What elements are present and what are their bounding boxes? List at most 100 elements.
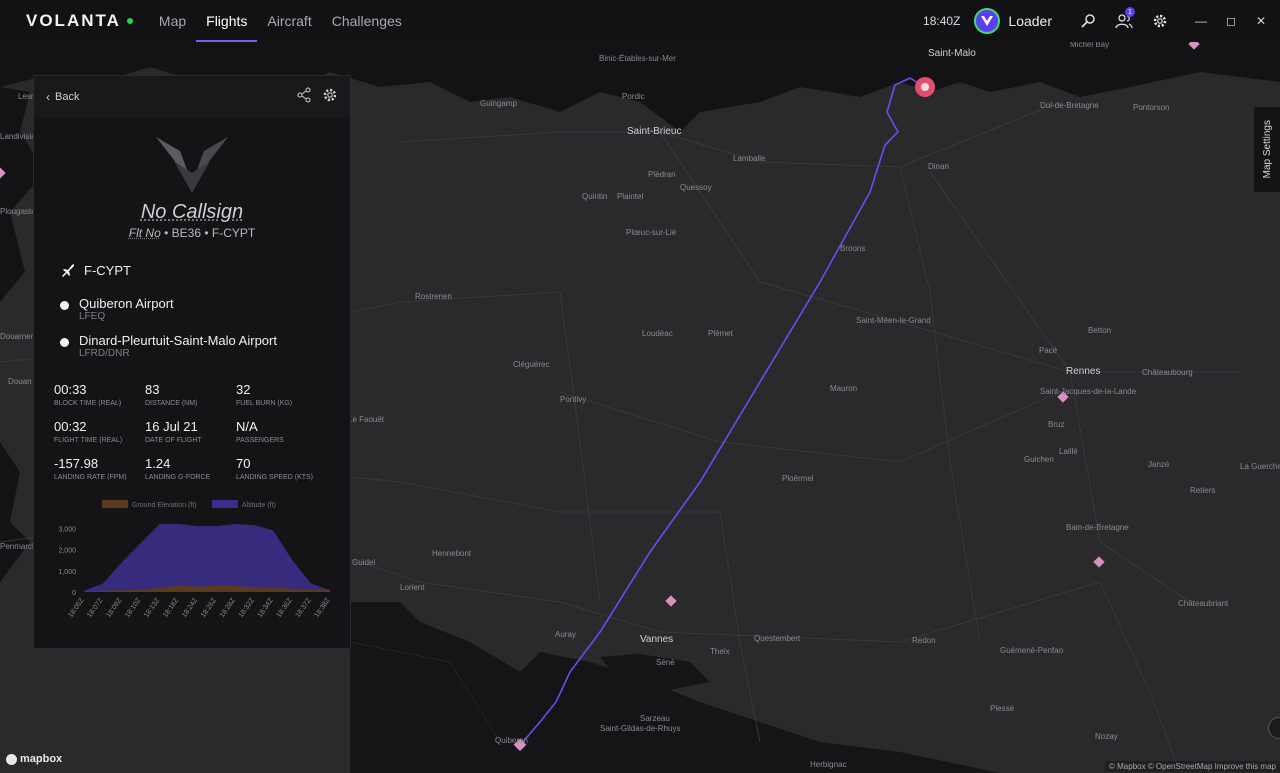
map-place-label: Binic-Étables-sur-Mer <box>599 54 676 63</box>
airplane-icon <box>62 264 74 277</box>
map-place-label: Redon <box>912 636 936 645</box>
departure-code: LFEQ <box>79 311 106 322</box>
panel-header: ‹ Back <box>34 76 350 118</box>
share-icon[interactable] <box>296 87 312 108</box>
map-settings-tab[interactable]: Map Settings <box>1254 107 1280 192</box>
map-place-label: Plœuc-sur-Lié <box>626 228 677 237</box>
online-status-dot <box>126 18 133 24</box>
aircraft-registration: F-CYPT <box>211 226 256 240</box>
map-place-label: Plaintel <box>617 192 644 201</box>
stat-landing-gforce: 1.24 LANDING G-FORCE <box>145 456 211 481</box>
map-place-label: Châteaubourg <box>1142 368 1193 377</box>
legend-label: Ground Elevation (ft) <box>132 502 197 509</box>
map-place-label: Sarzeau <box>640 714 670 723</box>
map-place-label: Bruz <box>1048 420 1065 429</box>
map-place-label: Laillé <box>1059 447 1078 456</box>
back-label: Back <box>55 91 80 103</box>
map-place-label: Bain-de-Bretagne <box>1066 523 1129 532</box>
user-menu[interactable]: Loader <box>974 8 1052 34</box>
maximize-icon[interactable]: ◻ <box>1216 0 1246 42</box>
map-place-label: Lamballe <box>733 154 766 163</box>
map-place-label: La Guerche <box>1240 462 1280 471</box>
utc-clock: 18:40Z <box>923 14 961 28</box>
stat-landing-rate: -157.98 LANDING RATE (FPM) <box>54 456 127 481</box>
mapbox-icon <box>6 753 17 765</box>
close-icon[interactable]: ✕ <box>1246 0 1276 42</box>
y-tick-label: 1,000 <box>58 569 76 576</box>
map-place-label: Rostrenen <box>415 292 452 301</box>
chevron-left-icon: ‹ <box>46 90 50 104</box>
callsign: No Callsign <box>140 201 244 223</box>
legend-swatch <box>102 500 128 508</box>
airline-logo <box>34 133 350 193</box>
flight-stats: 00:33 BLOCK TIME (REAL) 83 DISTANCE (NM) 3… <box>34 382 350 484</box>
map-place-label: Saint-Méen-le-Grand <box>856 316 931 325</box>
map-place-label: Pordic <box>622 92 645 101</box>
volanta-logo-icon <box>156 137 228 193</box>
arrival-dot-icon <box>60 338 69 347</box>
map-place-label: Hennebont <box>432 549 472 558</box>
map-place-label: Broons <box>840 244 866 253</box>
stat-passengers: N/A PASSENGERS <box>236 419 284 444</box>
map-place-label: Plédran <box>648 170 676 179</box>
map-place-label: Loudéac <box>642 329 673 338</box>
aircraft-reg-label: F-CYPT <box>84 262 131 278</box>
tab-aircraft[interactable]: Aircraft <box>257 0 321 42</box>
aircraft-type: BE36 <box>171 226 202 240</box>
x-tick-label: 18:13Z <box>143 597 162 619</box>
tab-challenges[interactable]: Challenges <box>322 0 412 42</box>
tab-map[interactable]: Map <box>149 0 196 42</box>
x-tick-label: 18:38Z <box>313 597 332 619</box>
map-place-label: Châteaubriant <box>1178 599 1229 608</box>
map-place-label: Retiers <box>1190 486 1216 495</box>
aircraft-row[interactable]: F-CYPT <box>60 262 350 278</box>
arrival-airport[interactable]: Dinard-Pleurtuit-Saint-Malo Airport LFRD… <box>60 333 350 360</box>
stat-block-time: 00:33 BLOCK TIME (REAL) <box>54 382 122 407</box>
minimize-icon[interactable]: — <box>1186 0 1216 42</box>
mapbox-logo[interactable]: mapbox <box>6 753 62 765</box>
map-place-label: Guidel <box>352 558 376 567</box>
map-place-label: Janzé <box>1148 460 1170 469</box>
flight-subline: Flt No • BE36 • F-CYPT <box>128 226 256 240</box>
map-place-label: Penmarch <box>0 542 37 551</box>
map-place-label: Theix <box>710 647 730 656</box>
map-place-label: Quintin <box>582 192 608 201</box>
y-tick-label: 2,000 <box>58 548 76 555</box>
stat-distance: 83 DISTANCE (NM) <box>145 382 198 407</box>
map-place-label: Quiberon <box>495 736 528 745</box>
map-place-label: Douan <box>8 377 32 386</box>
avatar <box>974 8 1001 34</box>
y-tick-label: 3,000 <box>58 526 76 533</box>
map-settings-label: Map Settings <box>1261 120 1273 179</box>
map-place-label: Herbignac <box>810 760 847 769</box>
x-tick-label: 18:24Z <box>181 597 200 619</box>
map-place-label: Pontorson <box>1133 103 1170 112</box>
gear-icon[interactable] <box>1142 0 1178 42</box>
x-tick-label: 18:36Z <box>276 597 295 619</box>
back-button[interactable]: ‹ Back <box>46 90 79 104</box>
map-place-label: Vannes <box>640 634 674 645</box>
x-tick-label: 18:07Z <box>86 597 105 619</box>
map-place-label: Guémené-Penfao <box>1000 646 1064 655</box>
stat-landing-speed: 70 LANDING SPEED (KTS) <box>236 456 314 481</box>
search-icon[interactable] <box>1070 0 1106 42</box>
tab-flights[interactable]: Flights <box>196 0 258 42</box>
friends-icon[interactable]: 1 <box>1106 0 1142 42</box>
altitude-profile-chart[interactable]: Ground Elevation (ft) Altitude (ft) 3,000 2… <box>34 496 350 646</box>
flight-number[interactable]: Flt No <box>129 226 161 240</box>
brand-logo[interactable]: VOLANTA <box>26 11 133 31</box>
departure-name: Quiberon Airport <box>79 296 174 311</box>
map-attribution[interactable]: © Mapbox © OpenStreetMap Improve this ma… <box>1105 761 1280 772</box>
legend-swatch <box>212 500 238 508</box>
flight-detail-panel: ‹ Back No Callsign Flt No • BE36 • F-CYP… <box>33 75 351 649</box>
map-place-label: Rennes <box>1066 366 1101 377</box>
brand-name: VOLANTA <box>26 11 121 30</box>
map-place-label: Séné <box>656 658 675 667</box>
map-place-label: Saint-Malo <box>928 48 976 59</box>
panel-settings-icon[interactable] <box>322 87 338 108</box>
username: Loader <box>1008 13 1052 29</box>
x-tick-label: 18:05Z <box>67 597 86 619</box>
departure-airport[interactable]: Quiberon Airport LFEQ <box>60 296 350 323</box>
map-place-label: Mauron <box>830 384 858 393</box>
arrival-code: LFRD/DNR <box>79 348 130 359</box>
